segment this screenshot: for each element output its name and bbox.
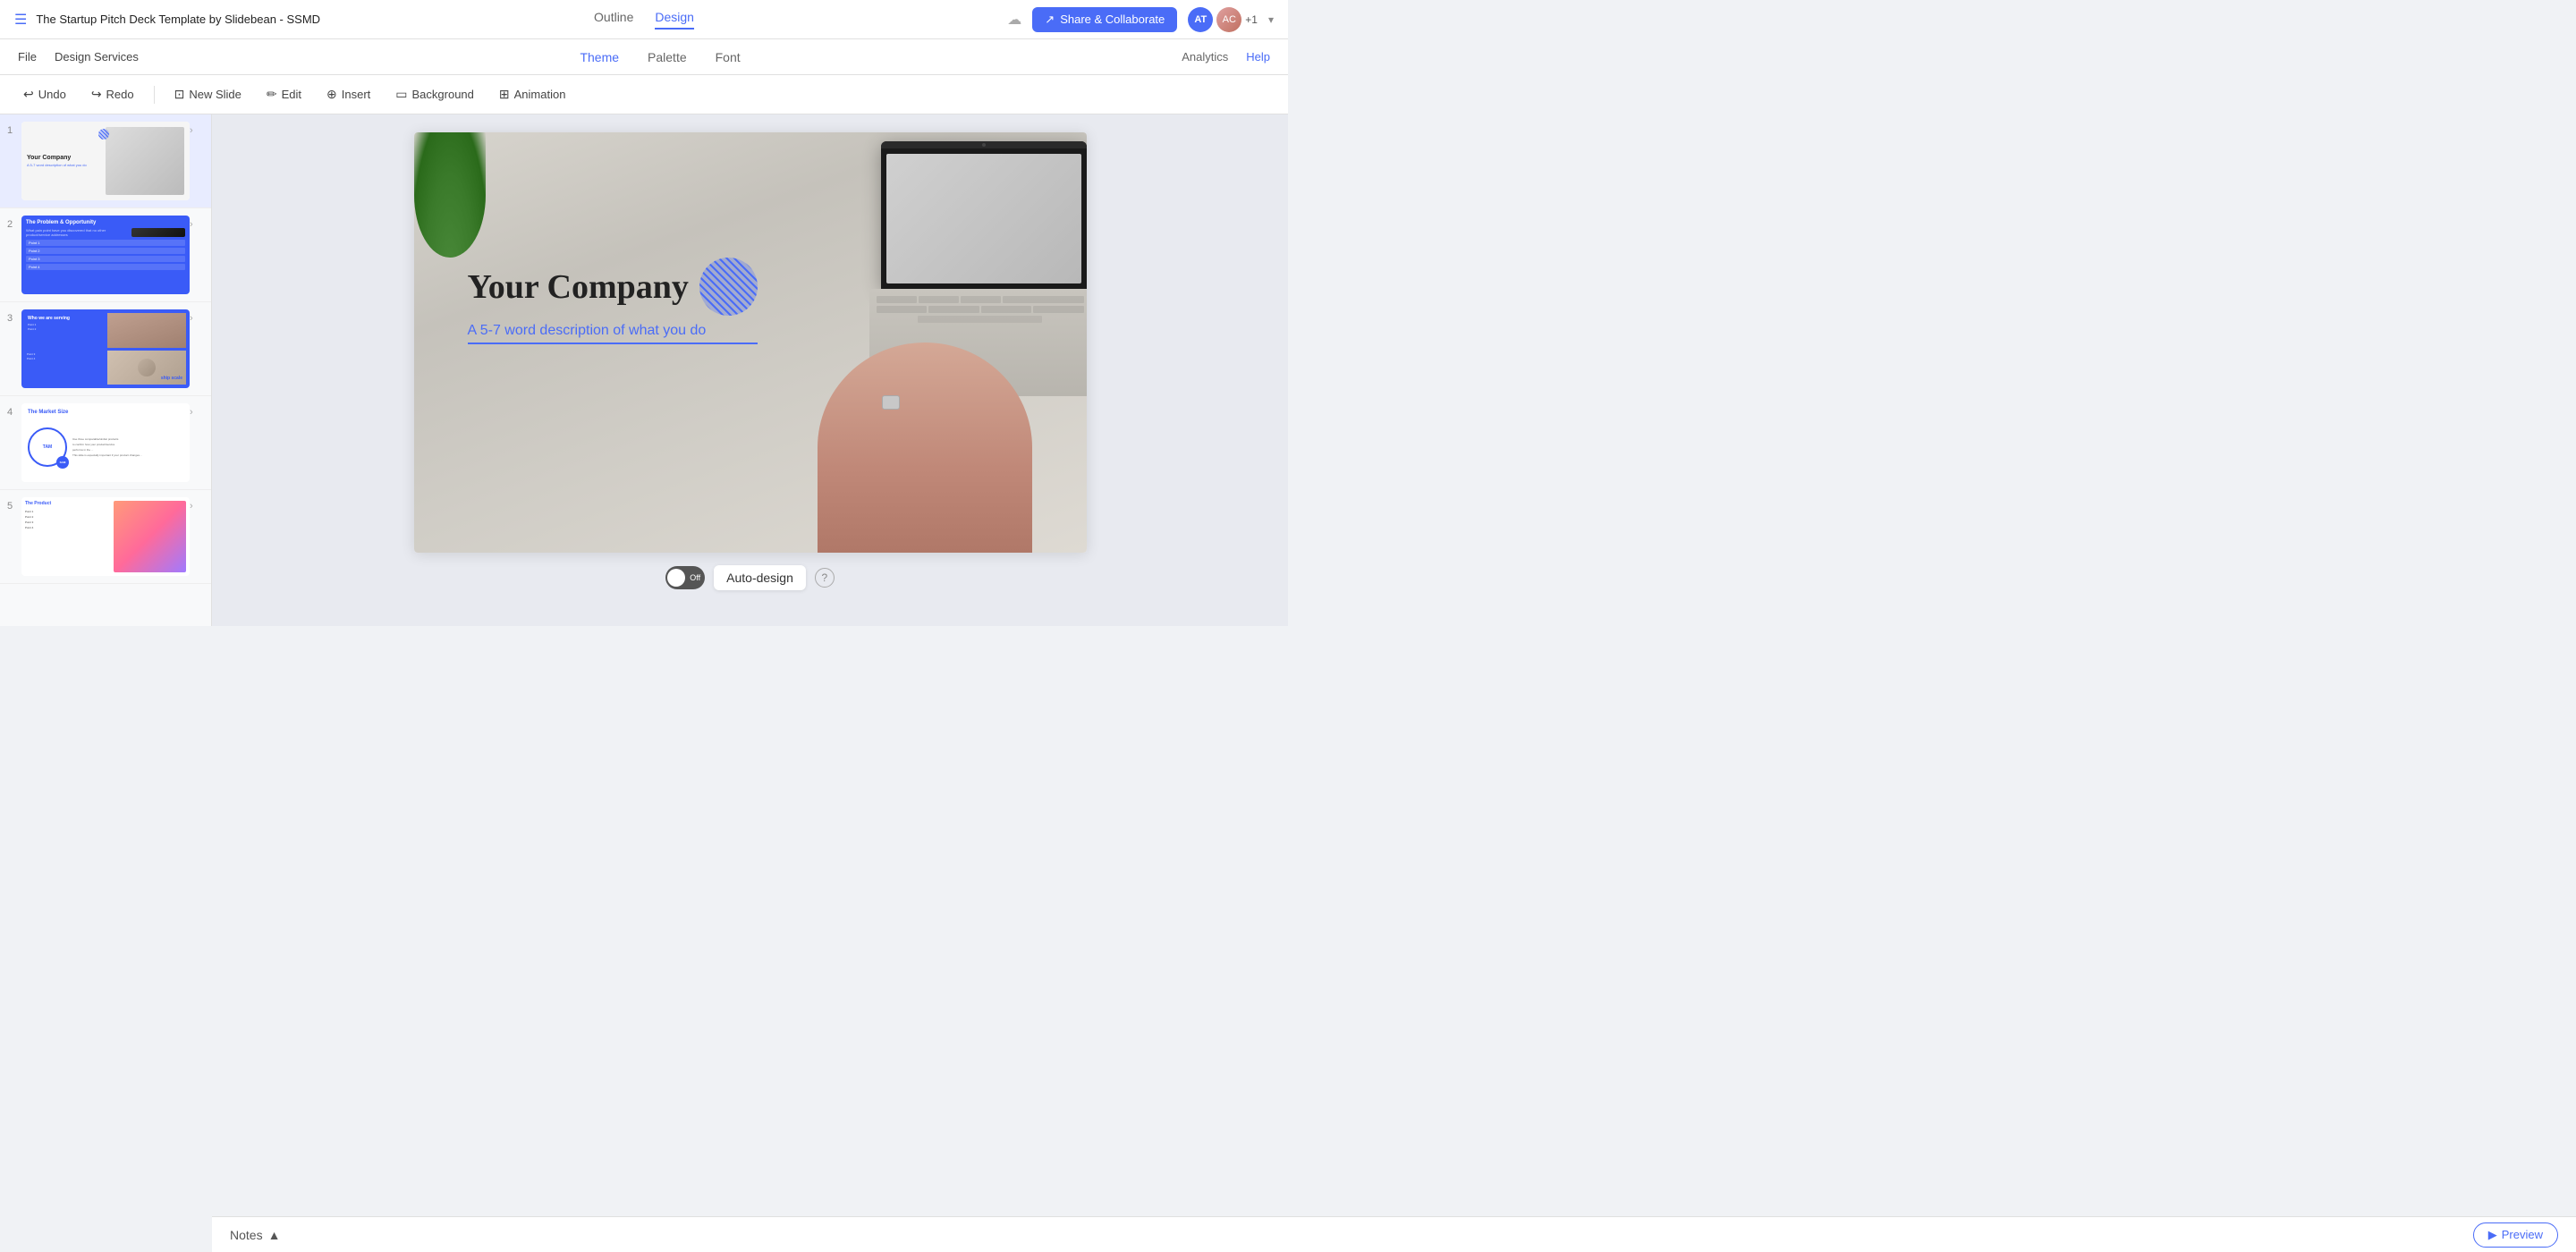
avatar-ac: AC [1216,7,1241,32]
tab-font[interactable]: Font [716,50,741,64]
redo-button[interactable]: ↪ Redo [82,82,143,106]
autodesign-toggle[interactable]: Off [665,566,705,589]
file-menu[interactable]: File [18,50,37,63]
background-button[interactable]: ▭ Background [386,82,483,106]
autodesign-bar: Off Auto-design ? [665,565,835,590]
slide-logo-circle [699,258,758,316]
cloud-icon: ☁ [1007,11,1021,29]
slide-1-chevron-icon[interactable]: › [190,122,204,200]
slide-num-5: 5 [7,497,21,576]
nav-center-tabs: Outline Design [594,10,694,30]
slide-text-area[interactable]: Your Company A 5-7 word description of w… [468,258,758,344]
notes-bar: Notes ▲ ▶ Preview [212,1216,2576,1252]
nav-left: ☰ The Startup Pitch Deck Template by Sli… [14,11,320,29]
nav-right: ☁ ↗ Share & Collaborate AT AC +1 ▾ [1007,7,1274,32]
tab-design[interactable]: Design [655,10,694,30]
background-icon: ▭ [395,87,407,102]
animation-button[interactable]: ⊞ Animation [490,82,575,106]
second-nav-center: Theme Palette Font [580,50,740,64]
notes-chevron-icon: ▲ [268,1228,281,1242]
toolbar-separator-1 [154,86,155,104]
edit-button[interactable]: ✏ Edit [258,82,310,106]
help-link[interactable]: Help [1246,50,1270,63]
tab-outline[interactable]: Outline [594,10,633,30]
second-nav-right: Analytics Help [1182,50,1270,63]
app-title: The Startup Pitch Deck Template by Slide… [36,13,320,26]
slide-item-4[interactable]: 4 The Market Size TAM SAM Use three co [0,396,211,490]
edit-icon: ✏ [267,87,277,102]
slide-num-1: 1 [7,122,21,200]
laptop-screen [881,141,1087,289]
design-services-menu[interactable]: Design Services [55,50,139,63]
slide-5-chevron-icon[interactable]: › [190,497,204,576]
second-nav-left: File Design Services [18,50,139,63]
slide-thumb-4: The Market Size TAM SAM Use three compar… [21,403,190,482]
slide-thumb-3: Who we are serving Point 1 Point 2 Point… [21,309,190,388]
slide-item-5[interactable]: 5 The Product Point 1 Point 2 Point 3 Po… [0,490,211,584]
autodesign-help-icon[interactable]: ? [815,568,835,588]
users-chevron-icon[interactable]: ▾ [1268,13,1274,26]
undo-button[interactable]: ↩ Undo [14,82,75,106]
slide-num-2: 2 [7,216,21,294]
slide-thumb-2: The Problem & Opportunity What pain poin… [21,216,190,294]
slide-4-chevron-icon[interactable]: › [190,403,204,482]
second-nav-bar: File Design Services Theme Palette Font … [0,39,1288,75]
slide-item-2[interactable]: 2 The Problem & Opportunity What pain po… [0,208,211,302]
redo-icon: ↪ [91,87,102,102]
slide-item-3[interactable]: 3 Who we are serving Point 1 Point 2 P [0,302,211,396]
slide-company-title: Your Company [468,267,689,307]
avatar-at: AT [1188,7,1213,32]
slide-description: A 5-7 word description of what you do [468,323,758,344]
notes-label-text: Notes [230,1228,263,1242]
analytics-link[interactable]: Analytics [1182,50,1228,63]
hands-area [818,343,1033,553]
animation-icon: ⊞ [499,87,510,102]
canvas-area: Your Company A 5-7 word description of w… [212,114,1288,626]
extra-users-count: +1 [1245,13,1258,26]
autodesign-toggle-knob [667,569,685,587]
slide-3-chevron-icon[interactable]: › [190,309,204,388]
slide-canvas[interactable]: Your Company A 5-7 word description of w… [414,132,1087,553]
avatar-group: AT AC +1 [1188,7,1258,32]
slide-2-chevron-icon[interactable]: › [190,216,204,294]
undo-icon: ↩ [23,87,34,102]
top-nav-bar: ☰ The Startup Pitch Deck Template by Sli… [0,0,1288,39]
plant-area [414,132,486,258]
tab-palette[interactable]: Palette [648,50,687,64]
insert-button[interactable]: ⊕ Insert [318,82,379,106]
share-icon: ↗ [1045,13,1055,27]
preview-play-icon: ▶ [2488,1228,2497,1242]
toolbar: ↩ Undo ↪ Redo ⊡ New Slide ✏ Edit ⊕ Inser… [0,75,1288,114]
new-slide-icon: ⊡ [174,87,185,102]
slide-thumb-1: Your Company A 5-7 word description of w… [21,122,190,200]
new-slide-button[interactable]: ⊡ New Slide [165,82,250,106]
slide-item-1[interactable]: 1 Your Company A 5-7 word description of… [0,114,211,208]
preview-button[interactable]: ▶ Preview [2473,1222,2558,1248]
tab-theme[interactable]: Theme [580,50,619,64]
share-collaborate-button[interactable]: ↗ Share & Collaborate [1032,7,1177,32]
slide-panel: 1 Your Company A 5-7 word description of… [0,114,212,626]
slide-num-3: 3 [7,309,21,388]
hamburger-icon[interactable]: ☰ [14,11,27,29]
main-layout: 1 Your Company A 5-7 word description of… [0,114,1288,626]
notes-toggle[interactable]: Notes ▲ [230,1228,280,1242]
autodesign-label[interactable]: Auto-design [714,565,806,590]
slide-thumb-5: The Product Point 1 Point 2 Point 3 Poin… [21,497,190,576]
insert-icon: ⊕ [326,87,337,102]
slide-num-4: 4 [7,403,21,482]
